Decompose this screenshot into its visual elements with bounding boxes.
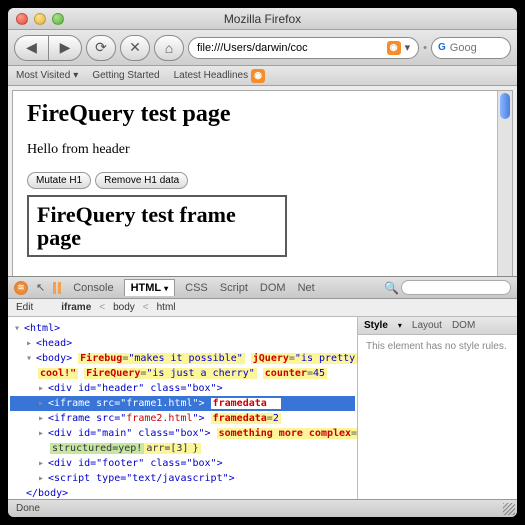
- firebug-icon[interactable]: ≋: [14, 281, 28, 295]
- side-tab-style[interactable]: Style: [364, 320, 388, 331]
- bookmark-getting-started[interactable]: Getting Started: [92, 70, 159, 81]
- rss-icon[interactable]: ◉: [387, 41, 401, 55]
- minimize-icon[interactable]: [34, 13, 46, 25]
- close-icon[interactable]: [16, 13, 28, 25]
- tab-console[interactable]: Console: [71, 282, 115, 294]
- iframe-preview: FireQuery test frame page: [27, 195, 287, 257]
- nav-back-forward: ◀ ▶: [14, 35, 82, 61]
- bookmark-most-visited[interactable]: Most Visited▾: [16, 70, 78, 81]
- stop-button[interactable]: ✕: [120, 35, 150, 61]
- side-tab-layout[interactable]: Layout: [412, 320, 442, 331]
- edit-button[interactable]: Edit: [16, 302, 33, 313]
- tab-html[interactable]: HTML: [124, 279, 176, 296]
- zoom-icon[interactable]: [52, 13, 64, 25]
- nav-toolbar: ◀ ▶ ⟳ ✕ ⌂ ◉ ▾ • G: [8, 30, 517, 66]
- selected-node: ▸<iframe src="frame1.html"> framedata=1: [10, 396, 355, 411]
- side-tab-dom[interactable]: DOM: [452, 320, 475, 331]
- page-hello: Hello from header: [27, 142, 498, 158]
- chevron-down-icon: ▾: [73, 70, 78, 81]
- tab-script[interactable]: Script: [218, 282, 250, 294]
- firebug-side-panel: Style▾ Layout DOM This element has no st…: [357, 317, 517, 499]
- url-bar[interactable]: ◉ ▾: [188, 37, 419, 59]
- status-bar: Done: [8, 499, 517, 517]
- search-input[interactable]: [450, 42, 504, 54]
- crumb-body[interactable]: body: [113, 302, 135, 313]
- google-icon: G: [438, 42, 446, 53]
- forward-button[interactable]: ▶: [48, 35, 82, 61]
- window-title: Mozilla Firefox: [8, 12, 517, 26]
- firebug-search: 🔍: [384, 280, 511, 295]
- rss-icon: ◉: [251, 69, 265, 83]
- search-bar[interactable]: G: [431, 37, 511, 59]
- reload-button[interactable]: ⟳: [86, 35, 116, 61]
- status-text: Done: [16, 503, 40, 514]
- firebug-search-input[interactable]: [401, 280, 511, 295]
- chevron-left-icon: <: [99, 302, 105, 313]
- search-icon: 🔍: [384, 281, 399, 295]
- mutate-h1-button[interactable]: Mutate H1: [27, 172, 91, 189]
- firebug-panel: ≋ ↖ Console HTML CSS Script DOM Net 🔍 Ed…: [8, 276, 517, 499]
- bookmarks-bar: Most Visited▾ Getting Started Latest Hea…: [8, 66, 517, 86]
- html-tree[interactable]: ▾<html> ▸<head> ▾<body> Firebug="makes i…: [8, 317, 357, 499]
- chevron-left-icon: <: [143, 302, 149, 313]
- traffic-lights: [16, 13, 64, 25]
- style-rules-message: This element has no style rules.: [358, 335, 517, 499]
- tab-css[interactable]: CSS: [183, 282, 210, 294]
- url-input[interactable]: [197, 42, 387, 54]
- resize-handle[interactable]: [503, 503, 515, 515]
- home-button[interactable]: ⌂: [154, 35, 184, 61]
- remove-h1-data-button[interactable]: Remove H1 data: [95, 172, 188, 189]
- crumb-iframe[interactable]: iframe: [61, 302, 91, 313]
- back-button[interactable]: ◀: [14, 35, 48, 61]
- titlebar: Mozilla Firefox: [8, 8, 517, 30]
- page-h1: FireQuery test page: [27, 101, 498, 128]
- tab-dom[interactable]: DOM: [258, 282, 288, 294]
- iframe-h1: FireQuery test frame page: [37, 203, 277, 249]
- inspect-icon[interactable]: ↖: [36, 281, 45, 294]
- breadcrumb: Edit iframe < body < html: [8, 299, 517, 317]
- pause-icon[interactable]: [53, 282, 63, 294]
- firebug-tabs: ≋ ↖ Console HTML CSS Script DOM Net 🔍: [8, 277, 517, 299]
- url-dropdown-icon[interactable]: ▾: [405, 41, 411, 54]
- tab-net[interactable]: Net: [296, 282, 317, 294]
- crumb-html[interactable]: html: [157, 302, 176, 313]
- bookmark-latest-headlines[interactable]: Latest Headlines ◉: [174, 69, 266, 83]
- browser-window: Mozilla Firefox ◀ ▶ ⟳ ✕ ⌂ ◉ ▾ • G Most V…: [8, 8, 517, 517]
